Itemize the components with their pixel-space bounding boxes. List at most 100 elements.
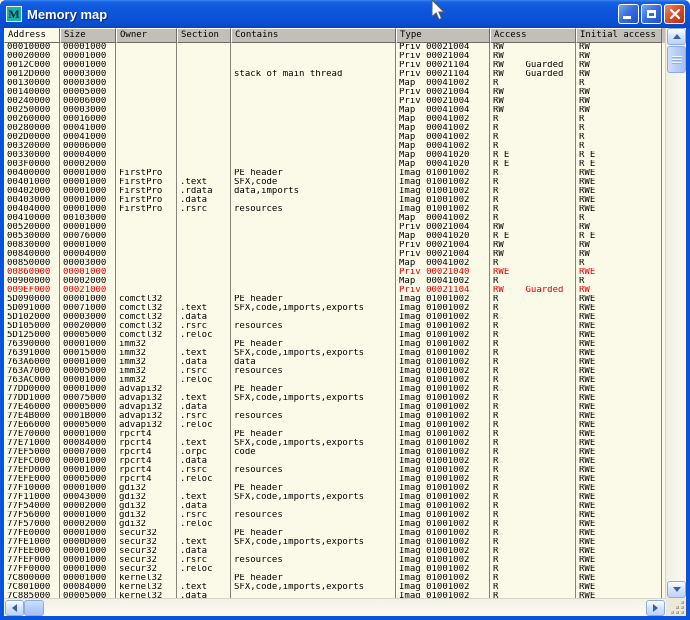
table-row[interactable]: 0086000000001000Priv 00021040RWERWE: [4, 268, 665, 277]
cell-initial_access: RWE: [576, 376, 662, 385]
column-header-contains[interactable]: Contains: [231, 28, 396, 43]
table-row[interactable]: 0040400000001000FirstPro.rsrcresourcesIm…: [4, 205, 665, 214]
table-row[interactable]: 0025000000003000Map 00041004RWRW: [4, 106, 665, 115]
cell-initial_access: RWE: [576, 529, 662, 538]
table-row[interactable]: 0084000000004000Priv 00021004RWRW: [4, 250, 665, 259]
table-row[interactable]: 0001000000001000Priv 00021004RWRW: [4, 43, 665, 52]
table-row[interactable]: 77EFC00000001000rpcrt4.dataImag 01001002…: [4, 457, 665, 466]
table-row[interactable]: 77DD000000001000advapi32PE headerImag 01…: [4, 385, 665, 394]
table-row[interactable]: 77F5400000002000gdi32.dataImag 01001002R…: [4, 502, 665, 511]
table-row[interactable]: 77FF000000001000secur32.relocImag 010010…: [4, 565, 665, 574]
table-row[interactable]: 77E4600000005000advapi32.dataImag 010010…: [4, 403, 665, 412]
table-row[interactable]: 77FE10000000D000secur32.textSFX,code,imp…: [4, 538, 665, 547]
table-row[interactable]: 77E7100000084000rpcrt4.textSFX,code,impo…: [4, 439, 665, 448]
table-row[interactable]: 0083000000001000Priv 00021004RWRW: [4, 241, 665, 250]
table-row[interactable]: 77EFE00000005000rpcrt4.relocImag 0100100…: [4, 475, 665, 484]
table-row[interactable]: 77FE000000001000secur32PE headerImag 010…: [4, 529, 665, 538]
horizontal-scrollbar[interactable]: [4, 598, 666, 616]
column-header-type[interactable]: Type: [396, 28, 490, 43]
cell-owner: [116, 97, 177, 106]
maximize-button[interactable]: [641, 4, 662, 24]
cell-contains: stack of main thread: [231, 70, 396, 79]
scroll-right-button[interactable]: [646, 600, 665, 616]
table-row[interactable]: 0028000000041000Map 00041002RR: [4, 124, 665, 133]
table-row[interactable]: 0040000000001000FirstProPE headerImag 01…: [4, 169, 665, 178]
table-row[interactable]: 77E4B0000001B000advapi32.rsrcresourcesIm…: [4, 412, 665, 421]
table-row[interactable]: 763A600000001000imm32.datadataImag 01001…: [4, 358, 665, 367]
title-bar[interactable]: M Memory map: [0, 0, 690, 28]
table-row[interactable]: 002D000000041000Map 00041002RR: [4, 133, 665, 142]
table-row[interactable]: 7C80100000084000kernel32.textSFX,code,im…: [4, 583, 665, 592]
table-row[interactable]: 0090000000002000Map 00041002RR: [4, 277, 665, 286]
scroll-down-button[interactable]: [667, 581, 686, 598]
column-header-address[interactable]: Address: [4, 28, 60, 43]
table-row[interactable]: 0012D00000003000stack of main threadPriv…: [4, 70, 665, 79]
table-row[interactable]: 0040200000001000FirstPro.rdatadata,impor…: [4, 187, 665, 196]
cell-owner: [116, 115, 177, 124]
table-row[interactable]: 0040300000001000FirstPro.dataImag 010010…: [4, 196, 665, 205]
vertical-scroll-thumb[interactable]: [667, 46, 686, 73]
table-row[interactable]: 009EF00000021000Priv 00021104RW GuardedR…: [4, 286, 665, 295]
table-row[interactable]: 0002000000001000Priv 00021004RWRW: [4, 52, 665, 61]
column-header-access[interactable]: Access: [490, 28, 576, 43]
table-row[interactable]: 77FEF00000001000secur32.rsrcresourcesIma…: [4, 556, 665, 565]
table-row[interactable]: 0024000000006000Priv 00021004RWRW: [4, 97, 665, 106]
cell-owner: rpcrt4: [116, 430, 177, 439]
table-row[interactable]: 0085000000003000Map 00041002RR: [4, 259, 665, 268]
table-row[interactable]: 5D10500000020000comctl32.rsrcresourcesIm…: [4, 322, 665, 331]
table-row[interactable]: 77F5700000002000gdi32.relocImag 01001002…: [4, 520, 665, 529]
cell-section: [177, 232, 231, 241]
table-row[interactable]: 0040100000001000FirstPro.textSFX,codeIma…: [4, 178, 665, 187]
cell-owner: [116, 79, 177, 88]
horizontal-scroll-thumb[interactable]: [24, 600, 44, 616]
cell-initial_access: RW: [576, 97, 662, 106]
cell-section: [177, 277, 231, 286]
table-row[interactable]: 77FEE00000001000secur32.dataImag 0100100…: [4, 547, 665, 556]
table-row[interactable]: 5D09000000001000comctl32PE headerImag 01…: [4, 295, 665, 304]
table-row[interactable]: 5D12500000005000comctl32.relocImag 01001…: [4, 331, 665, 340]
table-row[interactable]: 0052000000001000Priv 00021004RWRW: [4, 223, 665, 232]
scroll-up-button[interactable]: [667, 28, 686, 45]
cell-owner: [116, 151, 177, 160]
table-row[interactable]: 77EF500000007000rpcrt4.orpccodeImag 0100…: [4, 448, 665, 457]
column-header-owner[interactable]: Owner: [116, 28, 177, 43]
table-row[interactable]: 0032000000006000Map 00041002RR: [4, 142, 665, 151]
table-row[interactable]: 77DD100000075000advapi32.textSFX,code,im…: [4, 394, 665, 403]
table-row[interactable]: 0026000000016000Map 00041002RR: [4, 115, 665, 124]
table-row[interactable]: 0053000000076000Map 00041020R ER E: [4, 232, 665, 241]
column-header-size[interactable]: Size: [60, 28, 116, 43]
table-row[interactable]: 77F1000000001000gdi32PE headerImag 01001…: [4, 484, 665, 493]
scroll-left-button[interactable]: [5, 600, 24, 616]
cell-section: [177, 286, 231, 295]
cell-type: Imag 01001002: [396, 520, 490, 529]
table-row[interactable]: 5D09100000071000comctl32.textSFX,code,im…: [4, 304, 665, 313]
column-header-initial-access[interactable]: Initial access: [576, 28, 662, 43]
cell-contains: resources: [231, 205, 396, 214]
table-row[interactable]: 003F000000002000Map 00041020R ER E: [4, 160, 665, 169]
vertical-scrollbar[interactable]: [665, 28, 686, 598]
minimize-button[interactable]: [618, 4, 639, 24]
table-row[interactable]: 7639100000015000imm32.textSFX,code,impor…: [4, 349, 665, 358]
table-row[interactable]: 0033000000004000Map 00041020R ER E: [4, 151, 665, 160]
resize-grip[interactable]: [670, 600, 684, 614]
table-row[interactable]: 0041000000103000Map 00041002RR: [4, 214, 665, 223]
table-row[interactable]: 7C80000000001000kernel32PE headerImag 01…: [4, 574, 665, 583]
table-row[interactable]: 763AC00000001000imm32.relocImag 01001002…: [4, 376, 665, 385]
cell-access: R: [490, 475, 576, 484]
table-row[interactable]: 7639000000001000imm32PE headerImag 01001…: [4, 340, 665, 349]
table-row[interactable]: 77E7000000001000rpcrt4PE headerImag 0100…: [4, 430, 665, 439]
close-button[interactable]: [664, 4, 685, 24]
column-header-section[interactable]: Section: [177, 28, 231, 43]
table-row[interactable]: 5D10200000003000comctl32.dataImag 010010…: [4, 313, 665, 322]
table-row[interactable]: 77EFD00000001000rpcrt4.rsrcresourcesImag…: [4, 466, 665, 475]
table-row[interactable]: 0014000000005000Priv 00021004RWRW: [4, 88, 665, 97]
table-row[interactable]: 77F1100000043000gdi32.textSFX,code,impor…: [4, 493, 665, 502]
table-row[interactable]: 77E6600000005000advapi32.relocImag 01001…: [4, 421, 665, 430]
table-row[interactable]: 0013000000003000Map 00041002RR: [4, 79, 665, 88]
cell-access: R: [490, 376, 576, 385]
table-row[interactable]: 763A700000005000imm32.rsrcresourcesImag …: [4, 367, 665, 376]
table-row[interactable]: 0012C00000001000Priv 00021104RW GuardedR…: [4, 61, 665, 70]
window-icon[interactable]: M: [6, 6, 22, 22]
table-row[interactable]: 77F5600000001000gdi32.rsrcresourcesImag …: [4, 511, 665, 520]
cell-owner: secur32: [116, 565, 177, 574]
